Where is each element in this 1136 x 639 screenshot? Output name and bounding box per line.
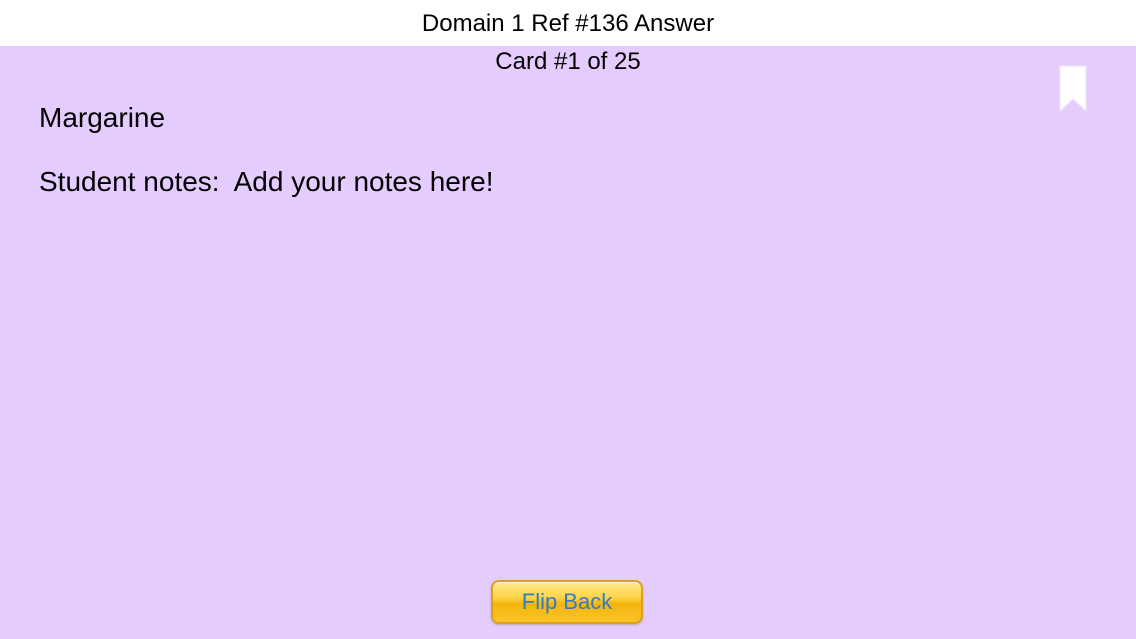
flip-back-button[interactable]: Flip Back bbox=[491, 580, 643, 624]
card-counter: Card #1 of 25 bbox=[495, 48, 641, 75]
flip-back-label: Flip Back bbox=[521, 589, 613, 614]
answer-text: Margarine bbox=[39, 102, 166, 133]
student-notes[interactable]: Student notes: Add your notes here! bbox=[39, 166, 494, 198]
bookmark-icon[interactable] bbox=[1058, 65, 1088, 113]
page-title: Domain 1 Ref #136 Answer bbox=[421, 10, 715, 37]
navigation-bar: Domain 1 Ref #136 Answer bbox=[0, 0, 1136, 46]
flashcard: Card #1 of 25 Margarine Student notes: A… bbox=[0, 46, 1136, 639]
